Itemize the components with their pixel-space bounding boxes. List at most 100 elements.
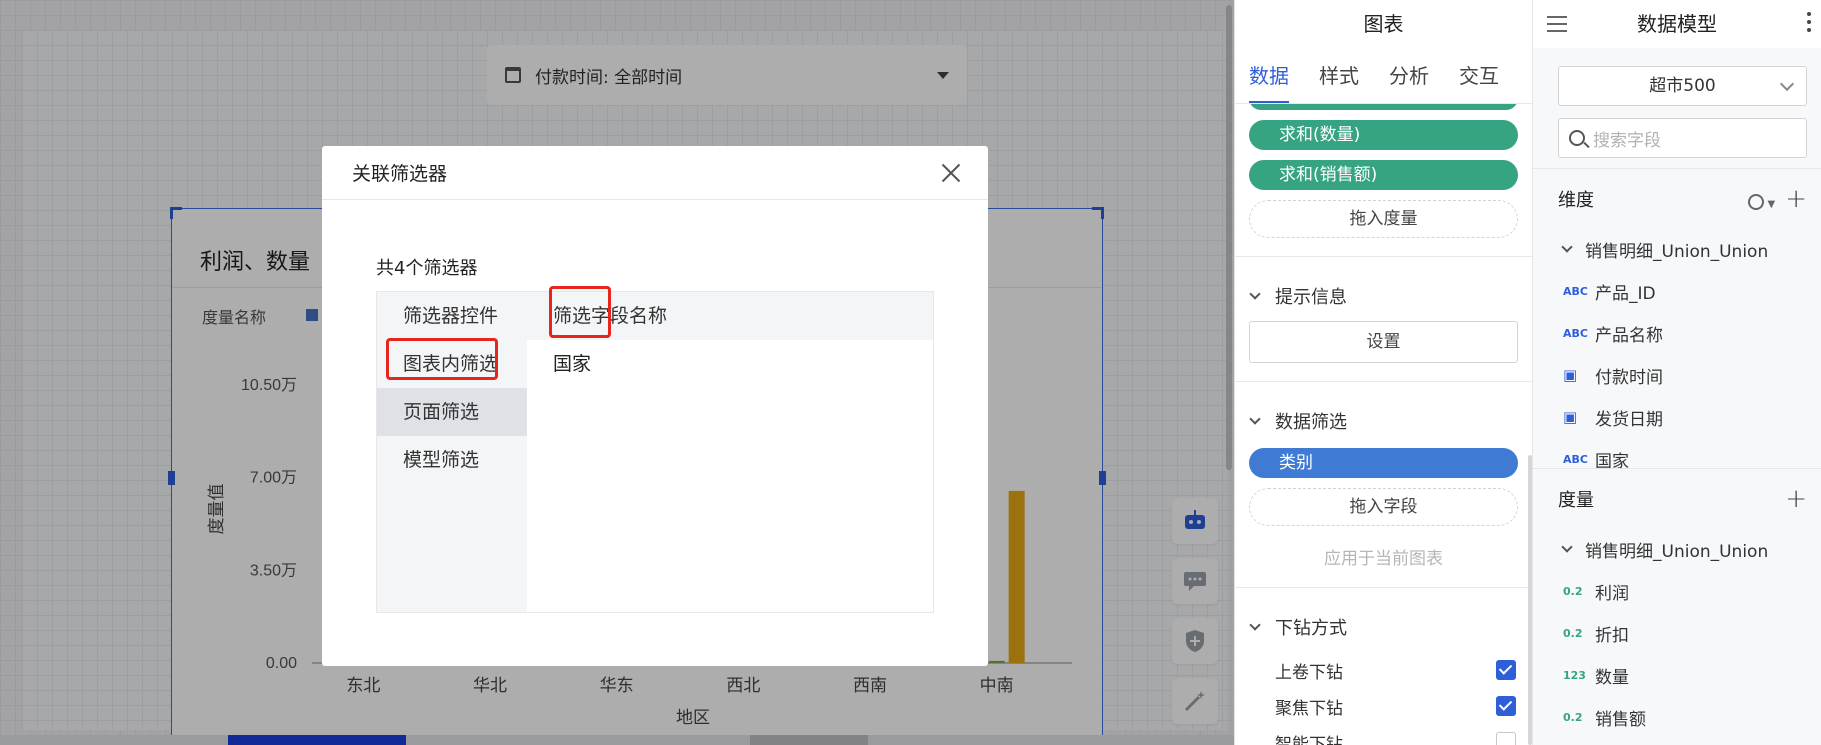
filter-field-row[interactable]: 国家: [527, 340, 933, 388]
drill-option[interactable]: 聚焦下钻: [1249, 688, 1518, 724]
filter-type-item[interactable]: 模型筛选: [377, 436, 527, 484]
more-options-icon[interactable]: [1807, 12, 1811, 36]
chart-panel-body: 求和(数量) 求和(销售额) 拖入度量 提示信息 设置 数据筛选 类别 拖入字段…: [1235, 104, 1532, 745]
dataset-select[interactable]: 超市500: [1558, 66, 1807, 106]
table-name: 销售明细_Union_Union: [1585, 241, 1769, 262]
filter-count-text: 共4个筛选器: [376, 258, 478, 279]
field-name: 销售额: [1595, 709, 1646, 730]
dimension-field[interactable]: ▣ 付款时间: [1533, 354, 1821, 396]
date-field-icon: ▣: [1563, 366, 1578, 384]
search-icon: [1569, 130, 1585, 146]
section-label: 下钻方式: [1275, 618, 1347, 639]
filter-type-item[interactable]: 筛选器控件: [377, 292, 527, 340]
drop-measure-zone[interactable]: 拖入度量: [1249, 200, 1518, 238]
close-icon[interactable]: [940, 162, 962, 184]
field-name: 国家: [1595, 451, 1629, 469]
drill-option[interactable]: 智能下钻: [1249, 724, 1518, 745]
section-label: 数据筛选: [1275, 412, 1347, 433]
data-filter-section-header[interactable]: 数据筛选: [1249, 408, 1518, 434]
measure-pill-partial[interactable]: [1249, 104, 1518, 110]
drill-options: 上卷下钻 聚焦下钻 智能下钻: [1249, 652, 1518, 745]
drill-option-label: 聚焦下钻: [1275, 698, 1343, 719]
text-field-icon: ABC: [1563, 326, 1588, 340]
tab-analysis[interactable]: 分析: [1389, 48, 1429, 103]
tab-style[interactable]: 样式: [1319, 48, 1359, 103]
text-field-icon: ABC: [1563, 284, 1588, 298]
field-name: 利润: [1595, 583, 1629, 604]
field-name: 折扣: [1595, 625, 1629, 646]
data-model-panel: 数据模型 超市500 搜索字段 维度 ▼ + 销售明细_Union_Union A…: [1532, 0, 1821, 745]
measure-section-header: 度量 +: [1533, 468, 1821, 528]
drill-section-header[interactable]: 下钻方式: [1249, 614, 1518, 640]
linked-filter-dialog: 关联筛选器 共4个筛选器 筛选器控件 图表内筛选 页面筛选 模型筛选 筛选字段名…: [322, 146, 988, 666]
dimension-field[interactable]: ABC 产品名称: [1533, 312, 1821, 354]
drill-option-label: 上卷下钻: [1275, 662, 1343, 683]
chart-settings-panel: 图表 数据 样式 分析 交互 求和(数量) 求和(销售额) 拖入度量 提示信息 …: [1234, 0, 1532, 745]
chevron-down-icon: [1249, 413, 1261, 425]
dimension-field[interactable]: ▣ 发货日期: [1533, 396, 1821, 438]
checkbox-checked[interactable]: [1496, 696, 1516, 716]
drop-field-zone[interactable]: 拖入字段: [1249, 488, 1518, 526]
table-name: 销售明细_Union_Union: [1585, 541, 1769, 562]
date-time-field-icon: ▣: [1563, 408, 1578, 426]
section-label: 提示信息: [1275, 287, 1347, 308]
dimension-table-node[interactable]: 销售明细_Union_Union: [1533, 228, 1821, 270]
field-name: 产品名称: [1595, 325, 1663, 346]
checkbox-checked[interactable]: [1496, 660, 1516, 680]
decimal-field-icon: 0.2: [1563, 710, 1583, 724]
dimension-field[interactable]: ABC 国家: [1533, 438, 1821, 469]
measure-header-label: 度量: [1558, 489, 1594, 511]
chart-panel-title: 图表: [1363, 12, 1404, 36]
field-search-input[interactable]: 搜索字段: [1558, 118, 1807, 158]
tab-interaction[interactable]: 交互: [1459, 48, 1499, 103]
dimension-field[interactable]: ABC 产品_ID: [1533, 270, 1821, 312]
dimension-section-header: 维度 ▼ +: [1533, 168, 1821, 228]
apply-current-chart-button[interactable]: 应用于当前图表: [1249, 544, 1518, 569]
decimal-field-icon: 0.2: [1563, 584, 1583, 598]
divider: [1235, 381, 1532, 382]
chevron-down-icon: [1561, 541, 1573, 553]
filter-field-list: 筛选字段名称 国家: [527, 292, 933, 612]
add-measure-icon[interactable]: +: [1785, 484, 1807, 514]
model-panel-header: 数据模型: [1533, 0, 1821, 48]
dimension-header-label: 维度: [1558, 189, 1594, 211]
measure-list: 销售明细_Union_Union 0.2 利润 0.2 折扣 123 数量 0.2 销售…: [1533, 528, 1821, 738]
divider: [1235, 256, 1532, 257]
drill-option[interactable]: 上卷下钻: [1249, 652, 1518, 688]
drill-option-label: 智能下钻: [1275, 734, 1343, 745]
filter-type-item-active[interactable]: 页面筛选: [377, 388, 527, 436]
highlight-box: [386, 338, 498, 380]
filter-pill[interactable]: 类别: [1249, 448, 1518, 478]
dimension-list: 销售明细_Union_Union ABC 产品_ID ABC 产品名称 ▣ 付款时间 …: [1533, 228, 1821, 468]
measure-field[interactable]: 123 数量: [1533, 654, 1821, 696]
tooltip-section-header[interactable]: 提示信息: [1249, 283, 1518, 309]
chevron-down-icon: [1561, 241, 1573, 253]
tooltip-settings-button[interactable]: 设置: [1249, 321, 1518, 363]
field-name: 产品_ID: [1595, 283, 1656, 304]
search-placeholder: 搜索字段: [1593, 130, 1661, 151]
collapse-menu-icon[interactable]: [1547, 16, 1567, 37]
dataset-value: 超市500: [1649, 76, 1716, 96]
measure-table-node[interactable]: 销售明细_Union_Union: [1533, 528, 1821, 570]
highlight-box: [549, 286, 611, 338]
measure-field[interactable]: 0.2 销售额: [1533, 696, 1821, 738]
chevron-down-icon: [1249, 619, 1261, 631]
text-field-icon: ABC: [1563, 452, 1588, 466]
model-panel-title: 数据模型: [1637, 12, 1717, 36]
dialog-title: 关联筛选器: [352, 163, 448, 185]
chart-panel-tabs: 数据 样式 分析 交互: [1235, 48, 1532, 104]
measure-field[interactable]: 0.2 折扣: [1533, 612, 1821, 654]
add-dimension-icon[interactable]: +: [1785, 184, 1807, 214]
field-name: 付款时间: [1595, 367, 1663, 388]
decimal-field-icon: 0.2: [1563, 626, 1583, 640]
caret-down-icon[interactable]: ▼: [1768, 199, 1776, 210]
tab-data[interactable]: 数据: [1249, 48, 1289, 103]
measure-field[interactable]: 0.2 利润: [1533, 570, 1821, 612]
measure-pill[interactable]: 求和(销售额): [1249, 160, 1518, 190]
integer-field-icon: 123: [1563, 668, 1586, 682]
chevron-down-icon: [1249, 288, 1261, 300]
divider: [1235, 587, 1532, 588]
measure-pill[interactable]: 求和(数量): [1249, 120, 1518, 150]
globe-icon[interactable]: [1747, 193, 1764, 210]
checkbox-unchecked[interactable]: [1496, 732, 1516, 745]
